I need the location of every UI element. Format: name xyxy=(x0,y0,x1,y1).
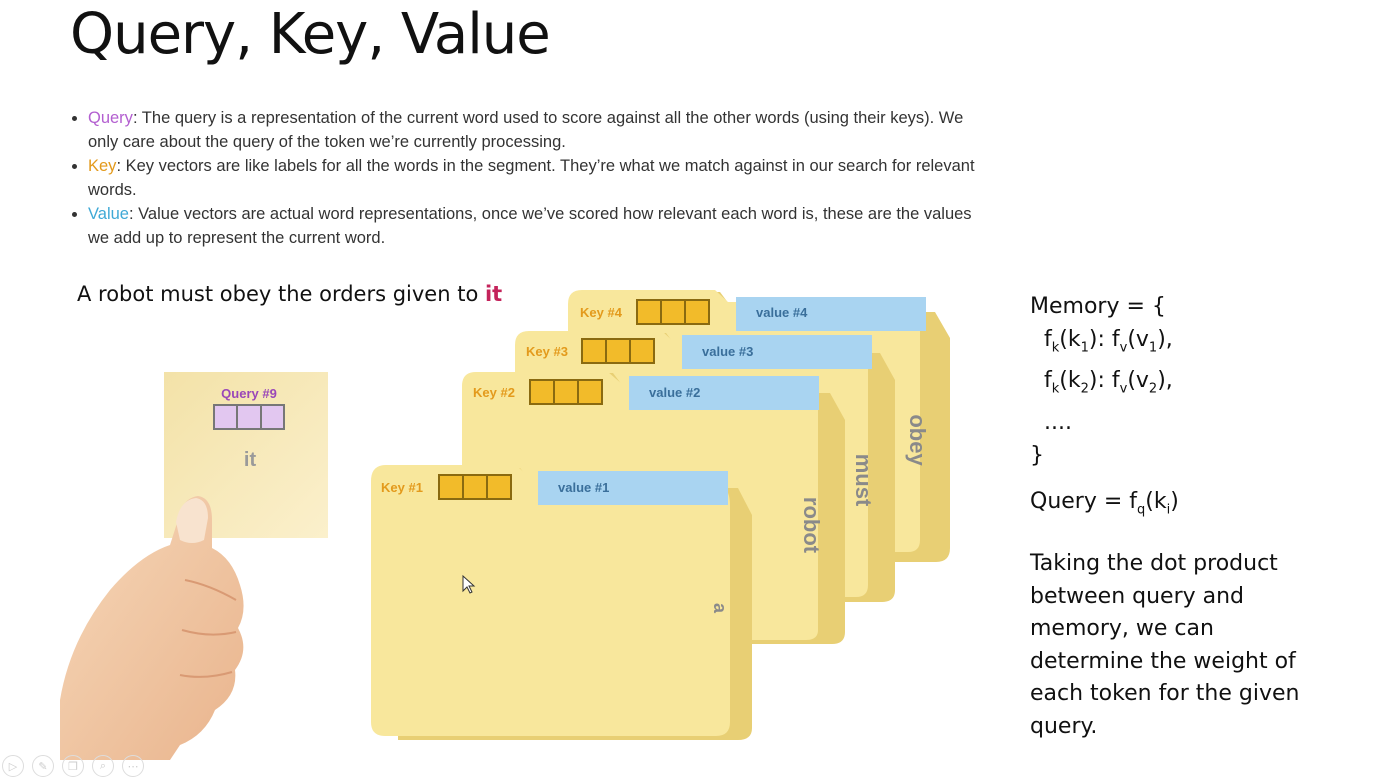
folder-word-2: robot xyxy=(799,497,824,554)
value-label-2: value #2 xyxy=(649,385,700,400)
memory-close: } xyxy=(1030,442,1044,468)
attention-diagram: value #4 Key #4 obey value #3 Key #3 mus… xyxy=(60,290,950,760)
zoom-icon[interactable]: ⌕ xyxy=(92,755,114,777)
pen-icon[interactable]: ✎ xyxy=(32,755,54,777)
query-vector xyxy=(213,404,285,430)
value-label-4: value #4 xyxy=(756,305,808,320)
value-label-3: value #3 xyxy=(702,344,753,359)
key-vector-4 xyxy=(636,299,710,325)
value-label-1: value #1 xyxy=(558,480,609,495)
more-icon[interactable]: ⋯ xyxy=(122,755,144,777)
folder-word-1: a xyxy=(710,603,730,614)
query-card-word: it xyxy=(244,449,257,471)
memory-open: Memory = { xyxy=(1030,294,1166,319)
presentation-toolbar: ▷ ✎ ❐ ⌕ ⋯ xyxy=(2,755,144,777)
copy-icon[interactable]: ❐ xyxy=(62,755,84,777)
memory-dots: .... xyxy=(1037,409,1072,435)
key-folder-1: value #1 Key #1 a xyxy=(371,465,752,740)
key-vector-2 xyxy=(529,379,603,405)
key-label-4: Key #4 xyxy=(580,305,623,320)
explanation-text: Taking the dot product between query and… xyxy=(1030,551,1300,739)
query-equation: Query = fq(ki) xyxy=(1030,489,1179,518)
play-icon[interactable]: ▷ xyxy=(2,755,24,777)
key-vector-3 xyxy=(581,338,655,364)
key-label-1: Key #1 xyxy=(381,480,423,495)
key-vector-1 xyxy=(438,474,512,500)
key-label-3: Key #3 xyxy=(526,344,568,359)
key-label-2: Key #2 xyxy=(473,385,515,400)
folder-word-4: obey xyxy=(905,414,930,466)
memory-block: Memory = { fk(k1): fv(v1), fk(k2): fv(v2… xyxy=(1030,294,1173,468)
folder-word-3: must xyxy=(851,454,876,507)
query-card-label: Query #9 xyxy=(221,386,277,401)
